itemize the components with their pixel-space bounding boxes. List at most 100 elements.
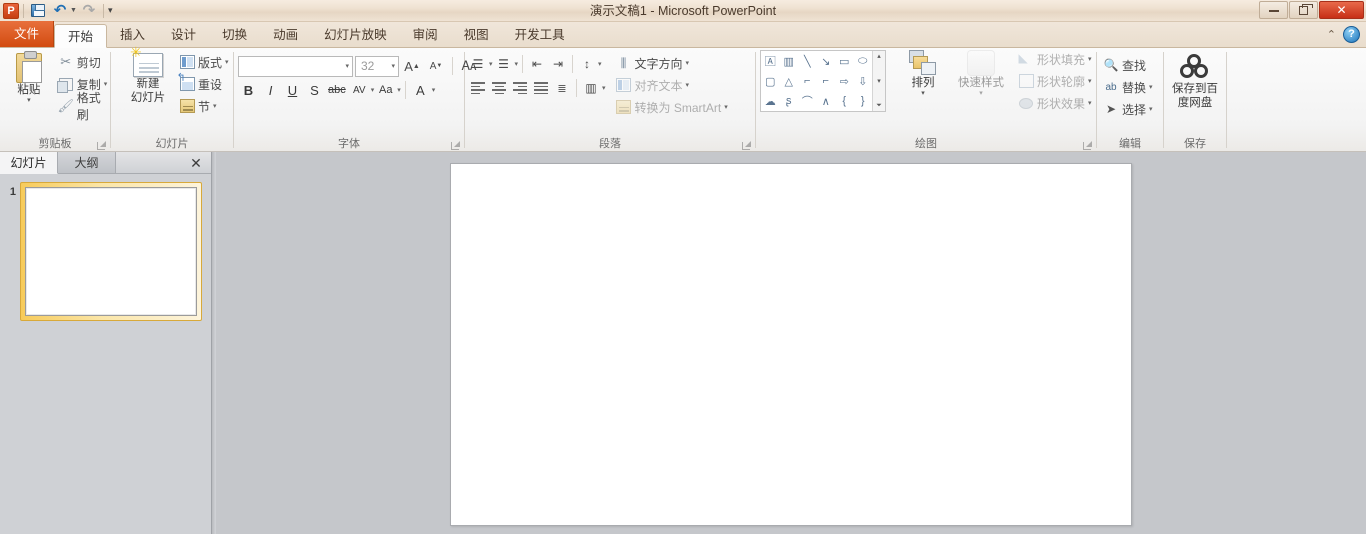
slide-canvas[interactable] [450,163,1132,526]
minimize-button[interactable] [1259,1,1288,19]
text-box-shape[interactable]: 🄰 [761,51,780,71]
customize-qat-icon[interactable]: ▾ [108,5,113,16]
arrow-shape[interactable]: ↘ [817,51,836,71]
increase-indent-button[interactable]: ⇥ [548,54,568,74]
font-size-input[interactable]: 32 ▾ [355,55,399,77]
decrease-indent-button[interactable]: ⇤ [527,54,547,74]
rectangle-shape[interactable]: ▭ [835,51,854,71]
replace-button[interactable]: ab 替换 ▾ [1101,76,1155,98]
shape-effects-button[interactable]: 形状效果 ▾ [1016,92,1094,114]
align-text-caret-icon[interactable]: ▾ [686,81,690,89]
tab-file[interactable]: 文件 [0,21,55,47]
tab-view[interactable]: 视图 [451,23,502,47]
undo-dropdown-caret-icon[interactable]: ▼ [70,7,77,14]
paragraph-dialog-launcher[interactable] [741,140,752,151]
right-arrow-shape[interactable]: ⇨ [835,71,854,91]
shape-outline-caret-icon[interactable]: ▾ [1088,77,1092,85]
cloud-shape[interactable]: ☁ [761,91,780,111]
shapes-scroll-down-icon[interactable]: ▾ [877,77,881,85]
find-button[interactable]: 🔍 查找 [1101,54,1155,76]
scribble-shape[interactable]: ʂ [780,91,799,111]
shape-effects-caret-icon[interactable]: ▾ [1088,99,1092,107]
change-case-button[interactable]: Aa [375,80,396,101]
minimize-ribbon-icon[interactable]: ⌃ [1327,28,1336,41]
font-dialog-launcher[interactable] [450,140,461,151]
right-brace-shape[interactable]: } [854,91,873,111]
paste-button[interactable]: 粘贴 ▾ [4,51,54,104]
change-case-caret-icon[interactable]: ▾ [397,86,401,94]
select-button[interactable]: ➤ 选择 ▾ [1101,98,1155,120]
ellipse-shape[interactable]: ⬭ [854,51,873,71]
quick-styles-caret-icon[interactable]: ▾ [979,90,983,97]
reset-button[interactable]: 重设 [177,71,231,95]
tab-review[interactable]: 审阅 [400,23,451,47]
numbering-caret-icon[interactable]: ▾ [515,60,519,68]
convert-smartart-button[interactable]: 转换为 SmartArt ▾ [614,96,730,118]
save-to-baidu-button[interactable]: 保存到百 度网盘 [1166,52,1224,110]
paste-dropdown-caret-icon[interactable]: ▾ [27,97,31,104]
quick-styles-button[interactable]: 快速样式 ▾ [950,48,1012,97]
slide-thumbnail-item[interactable]: 1 [6,182,205,321]
curve-shape[interactable]: ∧ [817,91,836,111]
drawing-dialog-launcher[interactable] [1082,140,1093,151]
clipboard-dialog-launcher[interactable] [96,140,107,151]
format-painter-button[interactable]: 🖌 格式刷 [56,91,110,122]
line-spacing-caret-icon[interactable]: ▾ [598,60,602,68]
line-shape[interactable]: ╲ [798,51,817,71]
smartart-caret-icon[interactable]: ▾ [724,103,728,111]
shapes-scrollbar[interactable]: ▴ ▾ ⏷ [872,51,885,111]
columns-caret-icon[interactable]: ▾ [602,84,606,92]
select-caret-icon[interactable]: ▾ [1149,105,1153,113]
undo-button[interactable]: ↶ [50,2,70,20]
copy-dropdown-caret-icon[interactable]: ▾ [104,80,108,88]
save-button[interactable] [28,2,48,20]
triangle-shape[interactable]: △ [780,71,799,91]
powerpoint-logo-icon[interactable]: P [3,2,19,19]
bullets-button[interactable]: ☰ [468,54,488,74]
text-direction-button[interactable]: ⫼ 文字方向 ▾ [614,52,730,74]
help-icon[interactable]: ? [1343,26,1360,43]
close-button[interactable]: ✕ [1319,1,1364,19]
pane-tab-outline[interactable]: 大纲 [58,152,116,173]
section-dropdown-caret-icon[interactable]: ▾ [213,102,217,110]
tab-animations[interactable]: 动画 [260,23,311,47]
strikethrough-button[interactable]: abc [326,80,348,101]
font-color-button[interactable]: A [410,80,431,101]
rounded-rectangle-shape[interactable]: ▢ [761,71,780,91]
align-right-button[interactable] [510,78,530,98]
tab-transitions[interactable]: 切换 [209,23,260,47]
underline-button[interactable]: U [282,80,303,101]
redo-button[interactable]: ↷ [79,2,99,20]
arrange-caret-icon[interactable]: ▾ [921,90,925,97]
tab-home[interactable]: 开始 [54,24,108,48]
font-color-caret-icon[interactable]: ▾ [432,86,436,94]
restore-button[interactable] [1289,1,1318,19]
shrink-font-button[interactable]: A ▼ [425,56,447,77]
arrange-button[interactable]: 排列 ▾ [896,48,950,97]
bold-button[interactable]: B [238,80,259,101]
line-spacing-button[interactable]: ↕ [577,54,597,74]
text-direction-caret-icon[interactable]: ▾ [686,59,690,67]
vertical-text-shape[interactable]: ▥ [780,51,799,71]
tab-design[interactable]: 设计 [158,23,209,47]
columns-button[interactable]: ▥ [581,78,601,98]
grow-font-button[interactable]: A ▲ [401,56,423,77]
section-button[interactable]: 节 ▾ [177,95,231,117]
new-slide-button[interactable]: 新建 幻灯片 [119,46,177,105]
numbering-button[interactable]: ☰ [494,54,514,74]
shapes-scroll-more-icon[interactable]: ⏷ [876,102,882,110]
shape-fill-button[interactable]: 形状填充 ▾ [1016,48,1094,70]
arc-shape[interactable]: ⌒ [798,91,817,111]
elbow-connector-shape[interactable]: ⌐ [798,71,817,91]
align-text-button[interactable]: 对齐文本 ▾ [614,74,730,96]
align-center-button[interactable] [489,78,509,98]
pane-tab-slides[interactable]: 幻灯片 [0,152,58,174]
font-name-input[interactable]: ▾ [238,55,353,77]
tab-slideshow[interactable]: 幻灯片放映 [311,23,400,47]
character-spacing-button[interactable]: AV [349,80,370,101]
slide-thumbnail-selected[interactable] [20,182,202,321]
elbow-arrow-connector-shape[interactable]: ⌐ [817,71,836,91]
shape-fill-caret-icon[interactable]: ▾ [1088,55,1092,63]
text-shadow-button[interactable]: S [304,80,325,101]
font-name-dropdown-caret-icon[interactable]: ▾ [345,62,349,70]
